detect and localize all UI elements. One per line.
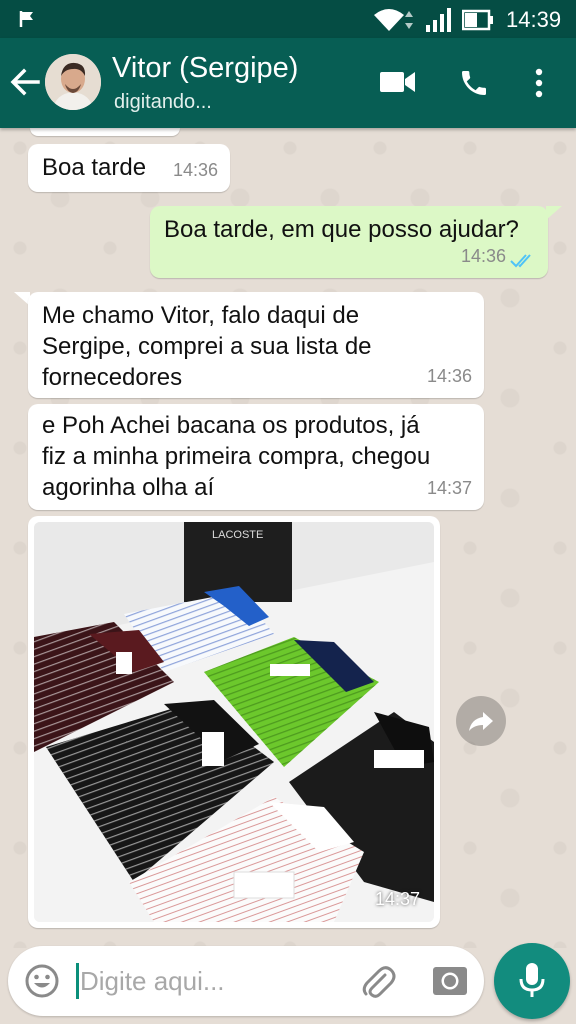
image-message[interactable]: LACOSTE 14:37 <box>28 516 440 928</box>
previous-message-fragment <box>30 128 180 136</box>
message-line: Sergipe, comprei a sua lista de <box>42 333 372 360</box>
message-time: 14:36 <box>426 366 472 386</box>
more-vert-icon[interactable] <box>532 67 546 99</box>
back-arrow-icon[interactable] <box>10 68 40 96</box>
message-body: e Poh Achei bacana os produtos, já fiz a… <box>42 410 430 503</box>
status-bar: 14:39 <box>0 0 576 38</box>
message-time: 14:37 <box>426 478 472 498</box>
phone-icon[interactable] <box>458 67 490 99</box>
message-line: Me chamo Vitor, falo daqui de <box>42 302 360 329</box>
message-incoming[interactable]: Boa tarde 14:36 <box>28 144 230 192</box>
mic-icon <box>519 963 545 997</box>
status-time: 14:39 <box>506 7 562 32</box>
message-composer <box>8 946 484 1016</box>
camera-icon[interactable] <box>432 964 468 998</box>
wifi-icon <box>374 9 413 31</box>
chat-header: Vitor (Sergipe) digitando... <box>0 38 576 128</box>
avatar[interactable] <box>45 54 101 110</box>
typing-status: digitando... <box>114 91 212 113</box>
contact-name[interactable]: Vitor (Sergipe) <box>112 52 298 85</box>
message-line: agorinha olha aí <box>42 474 215 501</box>
message-line: e Poh Achei bacana os produtos, já <box>42 412 420 439</box>
attach-icon[interactable] <box>360 962 396 1000</box>
message-input[interactable] <box>78 960 350 1002</box>
mic-button[interactable] <box>494 943 570 1019</box>
message-outgoing[interactable]: Boa tarde, em que posso ajudar? 14:36 <box>150 206 548 278</box>
message-time: 14:36 <box>460 246 506 266</box>
message-incoming[interactable]: e Poh Achei bacana os produtos, já fiz a… <box>28 404 484 510</box>
video-call-icon[interactable] <box>380 70 416 94</box>
bag-brand-text: LACOSTE <box>212 529 263 541</box>
double-check-icon <box>510 254 531 268</box>
polo-shirts-image: LACOSTE <box>34 522 434 922</box>
message-line: fiz a minha primeira compra, chegou <box>42 443 431 470</box>
message-text: Boa tarde <box>42 154 147 181</box>
forward-icon <box>469 712 493 731</box>
message-incoming[interactable]: Me chamo Vitor, falo daqui de Sergipe, c… <box>28 292 484 398</box>
chat-area[interactable]: Boa tarde 14:36 Boa tarde, em que posso … <box>0 128 576 948</box>
message-line: fornecedores <box>42 364 183 391</box>
emoji-icon[interactable] <box>24 963 60 999</box>
message-time: 14:36 <box>172 160 218 180</box>
bubble-tail <box>546 206 562 220</box>
message-body: Me chamo Vitor, falo daqui de Sergipe, c… <box>42 300 372 393</box>
image-time: 14:37 <box>374 889 420 909</box>
product-photo[interactable]: LACOSTE 14:37 <box>34 522 434 922</box>
battery-icon <box>462 9 493 31</box>
signal-icon <box>426 8 451 32</box>
flag-icon <box>19 11 33 27</box>
forward-button[interactable] <box>456 696 506 746</box>
